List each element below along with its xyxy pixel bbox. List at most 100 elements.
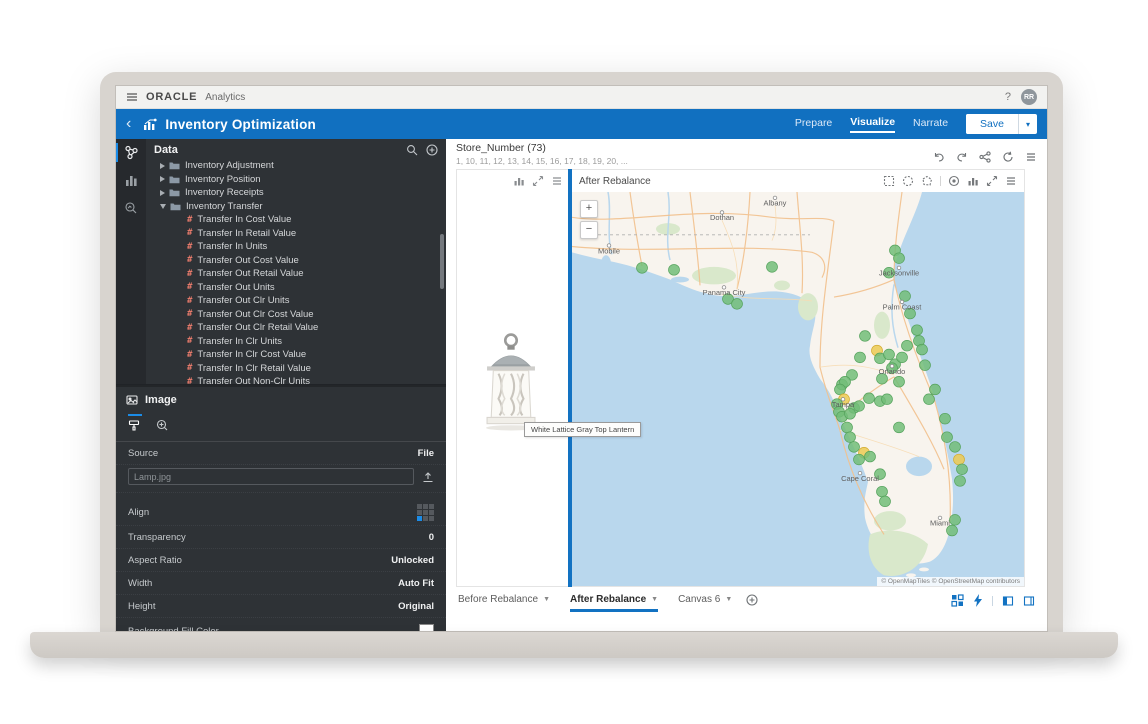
store-dot-green[interactable]	[855, 352, 866, 363]
store-dot-green[interactable]	[884, 349, 895, 360]
store-dot-green[interactable]	[912, 325, 923, 336]
canvas-tab-canvas-6[interactable]: Canvas 6▼	[678, 594, 732, 609]
store-dot-green[interactable]	[930, 384, 941, 395]
global-menu-icon[interactable]	[126, 91, 138, 103]
image-visualization[interactable]	[456, 169, 568, 587]
rail-data-icon[interactable]	[116, 145, 146, 160]
polygon-select-icon[interactable]	[921, 175, 933, 187]
store-dot-green[interactable]	[900, 291, 911, 302]
store-dot-green[interactable]	[955, 476, 966, 487]
tree-measure[interactable]: #Transfer Out Units	[146, 281, 446, 295]
caret-right-icon[interactable]	[160, 176, 165, 182]
property-value[interactable]: Unlocked	[391, 555, 434, 566]
filter-name[interactable]: Store_Number (73)	[456, 142, 628, 154]
property-row-source[interactable]: Source File	[116, 442, 446, 465]
tree-folder[interactable]: Inventory Adjustment	[146, 159, 446, 173]
store-dot-green[interactable]	[917, 344, 928, 355]
store-dot-green[interactable]	[842, 422, 853, 433]
map-zoom-out-button[interactable]: −	[580, 221, 598, 239]
store-dot-green[interactable]	[732, 299, 743, 310]
rail-analytics-icon[interactable]	[116, 201, 146, 215]
store-dot-green[interactable]	[854, 401, 865, 412]
tab-interaction-properties[interactable]	[156, 414, 168, 436]
caret-right-icon[interactable]	[160, 163, 165, 169]
maximize-icon[interactable]	[532, 175, 544, 187]
tab-visualize[interactable]: Visualize	[850, 116, 895, 133]
radius-select-icon[interactable]	[902, 175, 914, 187]
maximize-icon[interactable]	[986, 175, 998, 187]
property-row-background-fill[interactable]: Background Fill Color	[116, 618, 446, 632]
search-icon[interactable]	[406, 144, 418, 156]
share-icon[interactable]	[979, 144, 991, 169]
dv-grid-icon[interactable]	[951, 594, 964, 607]
tree-measure[interactable]: #Transfer Out Retail Value	[146, 267, 446, 281]
auto-apply-icon[interactable]	[973, 594, 983, 607]
viz-menu-icon[interactable]	[551, 175, 563, 187]
store-dot-green[interactable]	[950, 514, 961, 525]
property-row-transparency[interactable]: Transparency 0	[116, 526, 446, 549]
tree-folder[interactable]: Inventory Position	[146, 173, 446, 187]
canvas-menu-icon[interactable]	[1025, 144, 1037, 169]
fill-color-swatch[interactable]	[419, 624, 434, 633]
tab-narrate[interactable]: Narrate	[913, 117, 948, 132]
property-row-aspect-ratio[interactable]: Aspect Ratio Unlocked	[116, 549, 446, 572]
store-dot-green[interactable]	[942, 432, 953, 443]
source-filename-input[interactable]	[128, 468, 414, 485]
store-dot-green[interactable]	[880, 496, 891, 507]
viz-type-icon[interactable]	[513, 175, 525, 187]
undo-icon[interactable]	[933, 144, 945, 169]
tree-folder[interactable]: Inventory Transfer	[146, 200, 446, 214]
store-dot-green[interactable]	[950, 442, 961, 453]
property-value[interactable]: File	[418, 448, 434, 459]
store-dot-green[interactable]	[894, 376, 905, 387]
store-dot-green[interactable]	[920, 360, 931, 371]
property-value[interactable]: Auto Fit	[398, 578, 434, 589]
store-dot-green[interactable]	[957, 464, 968, 475]
property-row-height[interactable]: Height Original	[116, 595, 446, 618]
tree-measure[interactable]: #Transfer In Retail Value	[146, 227, 446, 241]
tree-measure[interactable]: #Transfer Out Non-Clr Units	[146, 375, 446, 384]
florida-map[interactable]: MobileDothanAlbanyPanama CityJacksonvill…	[572, 192, 1024, 586]
map-layers-icon[interactable]	[948, 175, 960, 187]
store-dot-green[interactable]	[637, 263, 648, 274]
tree-measure[interactable]: #Transfer In Clr Units	[146, 335, 446, 349]
store-dot-green[interactable]	[669, 264, 680, 275]
map-zoom-in-button[interactable]: +	[580, 200, 598, 218]
tree-measure[interactable]: #Transfer In Clr Retail Value	[146, 362, 446, 376]
refresh-icon[interactable]	[1002, 144, 1014, 169]
tree-measure[interactable]: #Transfer Out Cost Value	[146, 254, 446, 268]
store-dot-green[interactable]	[924, 394, 935, 405]
store-dot-green[interactable]	[767, 262, 778, 273]
store-dot-green[interactable]	[835, 384, 846, 395]
store-dot-yellow[interactable]	[954, 454, 965, 465]
add-dataset-icon[interactable]	[426, 144, 438, 156]
tab-general-properties[interactable]	[128, 414, 140, 436]
store-dot-green[interactable]	[940, 413, 951, 424]
store-dot-green[interactable]	[894, 253, 905, 264]
save-button[interactable]: Save	[966, 114, 1018, 134]
tree-folder[interactable]: Inventory Receipts	[146, 186, 446, 200]
tree-measure[interactable]: #Transfer In Units	[146, 240, 446, 254]
align-grid-control[interactable]	[417, 504, 434, 521]
add-canvas-icon[interactable]	[746, 594, 758, 606]
map-visualization[interactable]: After Rebalance	[572, 169, 1025, 587]
store-dot-green[interactable]	[864, 393, 875, 404]
store-dot-green[interactable]	[882, 394, 893, 405]
property-value[interactable]: Original	[398, 601, 434, 612]
redo-icon[interactable]	[956, 144, 968, 169]
help-icon[interactable]: ?	[1005, 91, 1011, 103]
rectangle-select-icon[interactable]	[883, 175, 895, 187]
store-dot-green[interactable]	[845, 408, 856, 419]
store-dot-green[interactable]	[877, 486, 888, 497]
store-dot-green[interactable]	[865, 451, 876, 462]
viz-type-icon[interactable]	[967, 175, 979, 187]
store-dot-green[interactable]	[849, 442, 860, 453]
canvas-tab-after-rebalance[interactable]: After Rebalance▼	[570, 594, 658, 612]
caret-right-icon[interactable]	[160, 190, 165, 196]
tree-measure[interactable]: #Transfer In Clr Cost Value	[146, 348, 446, 362]
store-dot-green[interactable]	[897, 352, 908, 363]
toggle-right-panel-icon[interactable]	[1023, 595, 1035, 607]
tab-prepare[interactable]: Prepare	[795, 117, 832, 132]
store-dot-green[interactable]	[894, 422, 905, 433]
rail-visualizations-icon[interactable]	[116, 174, 146, 187]
